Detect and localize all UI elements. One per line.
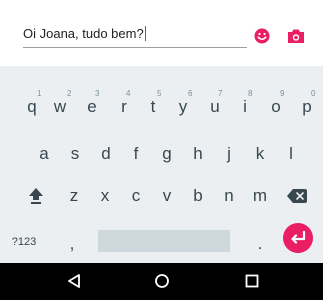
symbols-key[interactable]: ?123: [7, 237, 41, 248]
compose-bar: Oi Joana, tudo bem?: [0, 0, 323, 66]
key-s[interactable]: s: [63, 145, 87, 162]
recents-square-icon[interactable]: [244, 273, 260, 289]
key-hint: 6: [188, 89, 193, 98]
text-caret: [144, 26, 146, 41]
key-hint: 8: [248, 89, 253, 98]
message-text: Oi Joana, tudo bem?: [23, 26, 144, 41]
enter-icon[interactable]: [283, 223, 313, 253]
key-k[interactable]: k: [248, 145, 272, 162]
message-input[interactable]: Oi Joana, tudo bem?: [23, 26, 146, 41]
key-n[interactable]: n: [217, 187, 241, 204]
period-key[interactable]: .: [250, 235, 270, 252]
key-i[interactable]: i: [233, 98, 257, 115]
key-b[interactable]: b: [186, 187, 210, 204]
key-l[interactable]: l: [279, 145, 303, 162]
key-w[interactable]: w: [48, 98, 72, 115]
key-x[interactable]: x: [93, 187, 117, 204]
key-u[interactable]: u: [203, 98, 227, 115]
key-c[interactable]: c: [124, 187, 148, 204]
shift-icon[interactable]: [28, 187, 44, 205]
home-circle-icon[interactable]: [154, 273, 170, 289]
key-z[interactable]: z: [62, 187, 86, 204]
key-hint: 2: [67, 89, 72, 98]
key-hint: 1: [37, 89, 42, 98]
key-q[interactable]: q: [20, 98, 44, 115]
comma-key[interactable]: ,: [62, 235, 82, 252]
input-underline: [23, 47, 247, 48]
back-triangle-icon[interactable]: [66, 273, 82, 289]
key-a[interactable]: a: [32, 145, 56, 162]
key-hint: 5: [157, 89, 162, 98]
key-g[interactable]: g: [155, 145, 179, 162]
key-y[interactable]: y: [171, 98, 195, 115]
emoji-icon[interactable]: [254, 28, 270, 44]
key-j[interactable]: j: [217, 145, 241, 162]
camera-icon[interactable]: [287, 28, 305, 44]
key-t[interactable]: t: [141, 98, 165, 115]
key-r[interactable]: r: [112, 98, 136, 115]
key-v[interactable]: v: [155, 187, 179, 204]
keyboard: 1 2 3 4 5 6 7 8 9 0 q w e r t y u i o p …: [0, 66, 323, 263]
navigation-bar: [0, 263, 323, 300]
backspace-icon[interactable]: [287, 189, 307, 203]
key-e[interactable]: e: [80, 98, 104, 115]
space-bar[interactable]: [98, 230, 230, 252]
key-m[interactable]: m: [248, 187, 272, 204]
key-p[interactable]: p: [295, 98, 319, 115]
key-f[interactable]: f: [124, 145, 148, 162]
key-d[interactable]: d: [94, 145, 118, 162]
key-h[interactable]: h: [186, 145, 210, 162]
key-o[interactable]: o: [264, 98, 288, 115]
